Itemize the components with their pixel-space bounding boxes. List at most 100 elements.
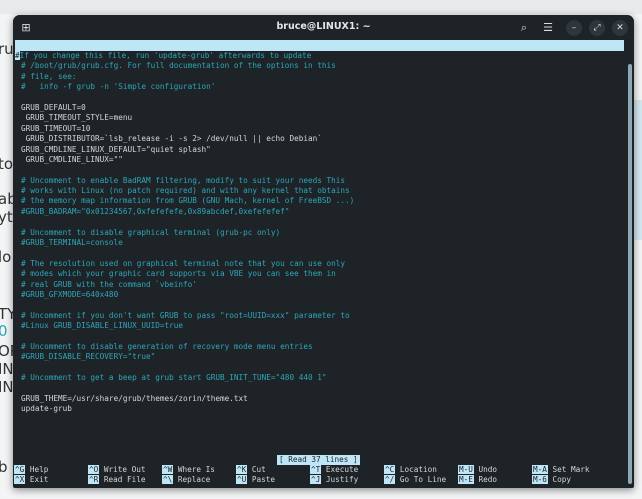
shortcut-label: Cut bbox=[252, 465, 266, 474]
code-line bbox=[21, 332, 354, 342]
status-message: [ Read 37 lines ] bbox=[277, 455, 360, 465]
code-line: # Uncomment to disable graphical termina… bbox=[21, 228, 354, 238]
nano-editor[interactable]: GNU nano 6.2 /etc/default/grub #If you c… bbox=[13, 40, 626, 486]
code-line: #GRUB_GFXMODE=640x480 bbox=[21, 290, 354, 300]
code-line: # /boot/grub/grub.cfg. For full document… bbox=[21, 61, 354, 71]
line-text: If you change this file, run 'update-gru… bbox=[20, 51, 312, 60]
shortcut-label: Where Is bbox=[178, 465, 215, 474]
shortcut-copy[interactable]: M-6 Copy bbox=[532, 475, 571, 485]
code-line: # modes which your graphic card supports… bbox=[21, 269, 354, 279]
shortcut-label: Location bbox=[400, 465, 437, 474]
shortcut-key: M-E bbox=[458, 475, 474, 484]
shortcut-key: M-A bbox=[532, 465, 548, 474]
shortcut-set-mark[interactable]: M-A Set Mark bbox=[532, 465, 590, 475]
code-line: # The resolution used on graphical termi… bbox=[21, 259, 354, 269]
code-line: GRUB_THEME=/usr/share/grub/themes/zorin/… bbox=[21, 394, 354, 404]
shortcut-paste[interactable]: ^U Paste bbox=[236, 475, 275, 485]
code-line: GRUB_CMDLINE_LINUX="" bbox=[21, 155, 354, 165]
shortcut-read-file[interactable]: ^R Read File bbox=[88, 475, 146, 485]
shortcut-label: Set Mark bbox=[553, 465, 590, 474]
shortcut-cut[interactable]: ^K Cut bbox=[236, 465, 266, 475]
shortcut-redo[interactable]: M-E Redo bbox=[458, 475, 497, 485]
shortcut-key: ^X bbox=[14, 475, 25, 484]
nano-header: GNU nano 6.2 /etc/default/grub bbox=[15, 40, 624, 51]
minimize-icon[interactable]: – bbox=[566, 20, 582, 36]
shortcut-label: Justify bbox=[326, 475, 358, 484]
terminal-window: ⊞ bruce@LINUX1: ~ ⌕ ☰ – ⤢ ✕ GNU nano 6.2… bbox=[13, 15, 634, 488]
shortcut-label: Help bbox=[30, 465, 49, 474]
code-line: # info -f grub -n 'Simple configuration' bbox=[21, 82, 354, 92]
background-text: IN bbox=[0, 360, 14, 378]
code-line: # Uncomment to enable BadRAM filtering, … bbox=[21, 176, 354, 186]
code-line: #If you change this file, run 'update-gr… bbox=[15, 51, 354, 61]
shortcut-label: Undo bbox=[479, 465, 498, 474]
shortcut-key: ^/ bbox=[384, 475, 395, 484]
shortcut-justify[interactable]: ^J Justify bbox=[310, 475, 358, 485]
code-line: # Uncomment if you don't want GRUB to pa… bbox=[21, 311, 354, 321]
shortcut-key: M-U bbox=[458, 465, 474, 474]
background-text: lo bbox=[0, 248, 11, 266]
code-line: #Linux GRUB_DISABLE_LINUX_UUID=true bbox=[21, 321, 354, 331]
code-line: GRUB_TIMEOUT_STYLE=menu bbox=[21, 113, 354, 123]
code-line: #GRUB_TERMINAL=console bbox=[21, 238, 354, 248]
code-line bbox=[21, 165, 354, 175]
code-line: GRUB_DEFAULT=0 bbox=[21, 103, 354, 113]
shortcut-help[interactable]: ^G Help bbox=[14, 465, 48, 475]
background-text: to bbox=[0, 155, 13, 173]
code-line: # works with Linux (no patch required) a… bbox=[21, 186, 354, 196]
scrollbar[interactable] bbox=[628, 64, 632, 484]
code-line: GRUB_DISTRIBUTOR=`lsb_release -i -s 2> /… bbox=[21, 134, 354, 144]
code-line bbox=[21, 363, 354, 373]
shortcut-key: M-6 bbox=[532, 475, 548, 484]
shortcut-label: Redo bbox=[479, 475, 498, 484]
shortcut-key: ^\ bbox=[162, 475, 173, 484]
menu-icon[interactable]: ☰ bbox=[541, 21, 555, 35]
background-text: IN bbox=[0, 378, 14, 396]
shortcut-exit[interactable]: ^X Exit bbox=[14, 475, 48, 485]
shortcut-undo[interactable]: M-U Undo bbox=[458, 465, 497, 475]
shortcut-key: ^C bbox=[384, 465, 395, 474]
shortcut-execute[interactable]: ^T Execute bbox=[310, 465, 358, 475]
shortcut-label: Replace bbox=[178, 475, 210, 484]
background-text: 0 bbox=[0, 322, 8, 340]
shortcut-key: ^U bbox=[236, 475, 247, 484]
code-line: #GRUB_BADRAM="0x01234567,0xfefefefe,0x89… bbox=[21, 207, 354, 217]
code-line: # Uncomment to get a beep at grub start … bbox=[21, 373, 354, 383]
code-line: update-grub bbox=[21, 404, 354, 414]
code-line: # real GRUB with the command `vbeinfo' bbox=[21, 280, 354, 290]
shortcut-key: ^W bbox=[162, 465, 173, 474]
shortcut-key: ^R bbox=[88, 475, 99, 484]
code-line: # file, see: bbox=[21, 72, 354, 82]
search-icon[interactable]: ⌕ bbox=[517, 21, 531, 35]
shortcut-label: Paste bbox=[252, 475, 275, 484]
code-line bbox=[21, 384, 354, 394]
code-line bbox=[21, 93, 354, 103]
shortcut-location[interactable]: ^C Location bbox=[384, 465, 437, 475]
background-panel bbox=[633, 100, 642, 240]
shortcut-key: ^O bbox=[88, 465, 99, 474]
shortcut-key: ^T bbox=[310, 465, 321, 474]
background-browser-bar bbox=[0, 0, 642, 14]
shortcut-where-is[interactable]: ^W Where Is bbox=[162, 465, 215, 475]
shortcut-label: Copy bbox=[553, 475, 572, 484]
shortcut-label: Go To Line bbox=[400, 475, 446, 484]
code-line bbox=[21, 248, 354, 258]
code-line bbox=[21, 217, 354, 227]
file-content[interactable]: #If you change this file, run 'update-gr… bbox=[21, 51, 354, 415]
title-bar: ⊞ bruce@LINUX1: ~ ⌕ ☰ – ⤢ ✕ bbox=[13, 15, 634, 40]
shortcut-label: Read File bbox=[104, 475, 146, 484]
shortcut-replace[interactable]: ^\ Replace bbox=[162, 475, 210, 485]
code-line: # Uncomment to disable generation of rec… bbox=[21, 342, 354, 352]
shortcut-key: ^J bbox=[310, 475, 321, 484]
shortcut-label: Execute bbox=[326, 465, 358, 474]
code-line bbox=[21, 300, 354, 310]
code-line: GRUB_TIMEOUT=10 bbox=[21, 124, 354, 134]
shortcut-write-out[interactable]: ^O Write Out bbox=[88, 465, 146, 475]
shortcut-key: ^G bbox=[14, 465, 25, 474]
code-line: GRUB_CMDLINE_LINUX_DEFAULT="quiet splash… bbox=[21, 145, 354, 155]
close-icon[interactable]: ✕ bbox=[612, 20, 628, 36]
shortcut-go-to-line[interactable]: ^/ Go To Line bbox=[384, 475, 446, 485]
shortcut-label: Exit bbox=[30, 475, 49, 484]
maximize-icon[interactable]: ⤢ bbox=[589, 20, 605, 36]
shortcut-key: ^K bbox=[236, 465, 247, 474]
